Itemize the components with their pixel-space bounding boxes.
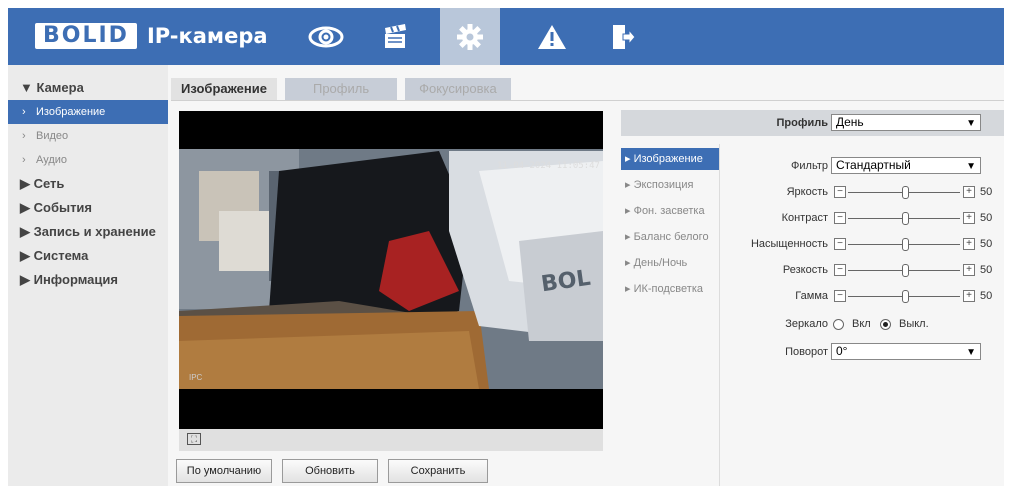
slider-thumb[interactable] <box>902 290 909 303</box>
rotate-label: Поворот <box>785 346 828 358</box>
sidebar-item-storage[interactable]: ▶ Запись и хранение <box>8 220 168 244</box>
video-toolbar: ⛶ <box>179 429 603 451</box>
top-navigation-bar: BOLID IP-камера <box>8 8 1004 65</box>
plus-icon[interactable]: + <box>963 212 975 224</box>
default-button[interactable]: По умолчанию <box>176 459 272 483</box>
plus-icon[interactable]: + <box>963 238 975 250</box>
clapperboard-icon <box>385 23 406 48</box>
tab-focus[interactable]: Фокусировка <box>405 78 511 100</box>
minus-icon[interactable]: − <box>834 238 846 250</box>
logo-brand: BOLID <box>35 23 137 49</box>
mirror-off-label: Выкл. <box>899 318 929 330</box>
refresh-button[interactable]: Обновить <box>282 459 378 483</box>
slider-value: 50 <box>980 264 993 276</box>
osd-camera-label: IPC <box>189 373 203 382</box>
video-preview: BOL 11-04-2024 11:05:47 IPC ⛶ <box>179 111 603 451</box>
playback-button[interactable] <box>366 8 426 65</box>
minus-icon[interactable]: − <box>834 290 846 302</box>
sidebar: ▼ Камера › Изображение › Видео › Аудио ▶ Се… <box>8 65 168 486</box>
mirror-label: Зеркало <box>785 318 828 330</box>
logo-title: IP-камера <box>146 24 268 48</box>
slider-label: Резкость <box>782 264 828 276</box>
slider-value: 50 <box>980 290 993 302</box>
eye-icon <box>308 26 344 47</box>
sidebar-item-system[interactable]: ▶ Система <box>8 244 168 268</box>
mirror-off-radio[interactable] <box>880 319 891 330</box>
live-view-button[interactable] <box>296 8 356 65</box>
fullscreen-icon[interactable]: ⛶ <box>187 433 201 445</box>
slider-label: Контраст <box>781 212 828 224</box>
slider-thumb[interactable] <box>902 238 909 251</box>
slider-thumb[interactable] <box>902 264 909 277</box>
minus-icon[interactable]: − <box>834 186 846 198</box>
mirror-on-radio[interactable] <box>833 319 844 330</box>
mirror-on-label: Вкл <box>852 318 871 330</box>
slider-thumb[interactable] <box>902 212 909 225</box>
slider-label: Насыщенность <box>750 238 828 250</box>
sidebar-item-network[interactable]: ▶ Сеть <box>8 172 168 196</box>
submenu-day-night[interactable]: ▸ День/Ночь <box>621 252 719 274</box>
chevron-right-icon: › <box>22 106 26 118</box>
tab-bar: Изображение Профиль Фокусировка <box>171 78 519 100</box>
sidebar-item-camera[interactable]: ▼ Камера <box>8 76 168 100</box>
plus-icon[interactable]: + <box>963 186 975 198</box>
logout-button[interactable] <box>593 8 653 65</box>
submenu-white-balance[interactable]: ▸ Баланс белого <box>621 226 719 248</box>
slider-value: 50 <box>980 186 993 198</box>
osd-timestamp: 11-04-2024 11:05:47 <box>497 161 600 171</box>
profile-select[interactable]: День ▼ <box>831 114 981 131</box>
chevron-down-icon: ▼ <box>966 347 976 358</box>
filter-label: Фильтр <box>791 160 828 172</box>
panel-divider <box>719 144 720 486</box>
logo: BOLID IP-камера <box>35 22 268 50</box>
sidebar-item-video[interactable]: › Видео <box>8 124 168 148</box>
tab-image[interactable]: Изображение <box>171 78 277 100</box>
profile-label: Профиль <box>776 117 828 129</box>
sidebar-item-audio[interactable]: › Аудио <box>8 148 168 172</box>
submenu-ir-light[interactable]: ▸ ИК-подсветка <box>621 278 719 300</box>
slider-label: Яркость <box>786 186 828 198</box>
settings-button[interactable] <box>440 8 500 65</box>
tab-divider <box>171 100 1004 101</box>
tab-profile[interactable]: Профиль <box>284 78 398 100</box>
sidebar-item-events[interactable]: ▶ События <box>8 196 168 220</box>
sidebar-item-info[interactable]: ▶ Информация <box>8 268 168 292</box>
submenu-image[interactable]: ▸ Изображение <box>621 148 719 170</box>
plus-icon[interactable]: + <box>963 290 975 302</box>
slider-thumb[interactable] <box>902 186 909 199</box>
minus-icon[interactable]: − <box>834 212 846 224</box>
gear-icon <box>457 23 483 50</box>
chevron-down-icon: ▼ <box>966 118 976 129</box>
chevron-right-icon: › <box>22 154 26 166</box>
plus-icon[interactable]: + <box>963 264 975 276</box>
warning-icon <box>538 24 566 49</box>
slider-value: 50 <box>980 238 993 250</box>
sidebar-item-image[interactable]: › Изображение <box>8 100 168 124</box>
chevron-right-icon: › <box>22 130 26 142</box>
submenu-exposure[interactable]: ▸ Экспозиция <box>621 174 719 196</box>
save-button[interactable]: Сохранить <box>388 459 488 483</box>
minus-icon[interactable]: − <box>834 264 846 276</box>
filter-select[interactable]: Стандартный ▼ <box>831 157 981 174</box>
slider-value: 50 <box>980 212 993 224</box>
alarm-button[interactable] <box>522 8 582 65</box>
submenu-backlight[interactable]: ▸ Фон. засветка <box>621 200 719 222</box>
camera-feed-image: BOL <box>179 111 603 429</box>
slider-label: Гамма <box>795 290 828 302</box>
rotate-select[interactable]: 0° ▼ <box>831 343 981 360</box>
logout-icon <box>613 24 635 49</box>
chevron-down-icon: ▼ <box>966 161 976 172</box>
